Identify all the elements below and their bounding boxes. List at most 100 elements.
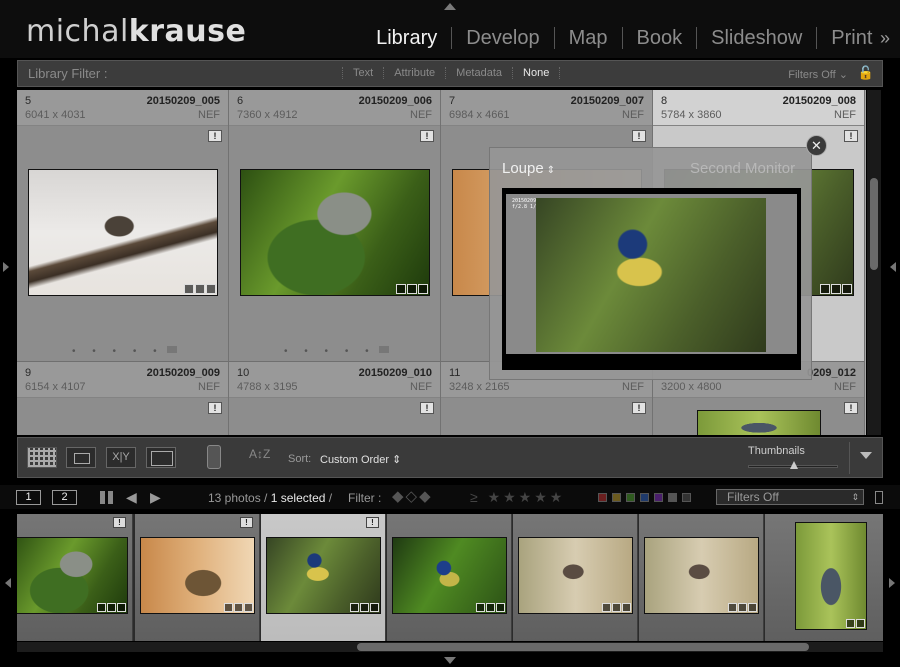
unsaved-metadata-icon[interactable]: ! xyxy=(420,130,434,142)
unsaved-metadata-icon[interactable]: ! xyxy=(208,130,222,142)
grid-cell[interactable]: 5 20150209_005 6041 x 4031 NEF ! • • • •… xyxy=(17,90,229,362)
filmstrip-thumbnail[interactable] xyxy=(644,537,759,614)
main-window-button[interactable]: 1 xyxy=(16,490,41,505)
filmstrip-cell[interactable]: ! xyxy=(17,514,133,641)
bottom-panel-toggle-icon[interactable] xyxy=(444,657,456,664)
keyword-badge-icon[interactable] xyxy=(224,603,233,612)
crop-badge-icon[interactable] xyxy=(612,603,621,612)
grid-cell[interactable]: 6 20150209_006 7360 x 4912 NEF ! • • • •… xyxy=(229,90,441,362)
crop-badge-icon[interactable] xyxy=(360,603,369,612)
crop-badge-icon[interactable] xyxy=(234,603,243,612)
filter-text[interactable]: Text xyxy=(342,67,383,79)
unsaved-metadata-icon[interactable]: ! xyxy=(844,402,858,414)
rating-dots[interactable]: • • • • • xyxy=(72,346,164,357)
lock-icon[interactable]: 🔓 xyxy=(858,65,874,81)
develop-badge-icon[interactable] xyxy=(206,284,216,294)
filmstrip-thumbnail[interactable] xyxy=(795,522,867,630)
more-modules-icon[interactable]: » xyxy=(880,28,890,48)
compare-view-icon[interactable]: X|Y xyxy=(106,447,136,468)
module-book[interactable]: Book xyxy=(623,27,698,49)
color-label-chip[interactable] xyxy=(612,493,621,502)
filmstrip-cell[interactable] xyxy=(513,514,638,641)
monitor-preview[interactable]: 20150209_008.NEFf/2.8 1/500 ISO 800 xyxy=(502,188,801,370)
develop-badge-icon[interactable] xyxy=(496,603,505,612)
color-label-chip[interactable] xyxy=(654,493,663,502)
filter-none[interactable]: None xyxy=(512,67,561,79)
crop-badge-icon[interactable] xyxy=(486,603,495,612)
develop-badge-icon[interactable] xyxy=(748,603,757,612)
filmstrip-scrollbar[interactable] xyxy=(17,642,883,652)
second-window-button[interactable]: 2 xyxy=(52,490,77,505)
filmstrip-thumbnail[interactable] xyxy=(518,537,633,614)
keyword-badge-icon[interactable] xyxy=(350,603,359,612)
develop-badge-icon[interactable] xyxy=(244,603,253,612)
module-library[interactable]: Library xyxy=(362,27,453,49)
painter-spray-icon[interactable] xyxy=(207,445,221,469)
back-arrow-icon[interactable]: ◀ xyxy=(126,489,137,506)
color-label-chip[interactable] xyxy=(682,493,691,502)
develop-badge-icon[interactable] xyxy=(117,603,126,612)
filmstrip-thumbnail[interactable] xyxy=(266,537,381,614)
rating-dots[interactable]: • • • • • xyxy=(284,346,376,357)
color-label-chip[interactable] xyxy=(640,493,649,502)
unsaved-metadata-icon[interactable]: ! xyxy=(632,130,646,142)
filmstrip-filter-select[interactable]: Filters Off ⇕ xyxy=(716,489,864,505)
sort-order-dropdown[interactable]: Custom Order ⇕ xyxy=(320,453,401,466)
filmstrip-scroll-thumb[interactable] xyxy=(357,643,809,651)
crop-badge-icon[interactable] xyxy=(738,603,747,612)
develop-badge-icon[interactable] xyxy=(418,284,428,294)
filmstrip-thumbnail[interactable] xyxy=(392,537,507,614)
filter-attribute[interactable]: Attribute xyxy=(383,67,445,79)
keyword-badge-icon[interactable] xyxy=(602,603,611,612)
sort-direction-icon[interactable]: A↕Z xyxy=(249,447,270,461)
keyword-badge-icon[interactable] xyxy=(846,619,855,628)
develop-badge-icon[interactable] xyxy=(842,284,852,294)
keyword-badge-icon[interactable] xyxy=(97,603,106,612)
develop-badge-icon[interactable] xyxy=(370,603,379,612)
crop-badge-icon[interactable] xyxy=(856,619,865,628)
module-map[interactable]: Map xyxy=(555,27,623,49)
photo-thumbnail-crane[interactable] xyxy=(697,410,821,435)
filmstrip-thumbnail[interactable] xyxy=(17,537,128,614)
filmstrip-right-arrow-icon[interactable] xyxy=(889,578,895,588)
keyword-badge-icon[interactable] xyxy=(396,284,406,294)
top-panel-toggle-icon[interactable] xyxy=(444,3,456,10)
right-panel-toggle-icon[interactable] xyxy=(890,262,896,272)
survey-view-icon[interactable] xyxy=(146,447,176,468)
crop-badge-icon[interactable] xyxy=(407,284,417,294)
grid-view-icon[interactable] xyxy=(27,447,57,468)
unsaved-metadata-icon[interactable]: ! xyxy=(420,402,434,414)
grid-scrollbar[interactable] xyxy=(867,90,881,435)
filmstrip-cell[interactable] xyxy=(765,514,883,641)
flag-filter-icon[interactable]: ◆◇◆ xyxy=(392,487,433,505)
close-icon[interactable]: ✕ xyxy=(806,135,827,156)
photo-thumbnail-wolf[interactable] xyxy=(28,169,218,296)
unsaved-metadata-icon[interactable]: ! xyxy=(366,517,379,528)
module-print[interactable]: Print » xyxy=(817,27,894,49)
keyword-badge-icon[interactable] xyxy=(728,603,737,612)
grid-cell[interactable]: 10 20150209_010 4788 x 3195 NEF ! xyxy=(229,362,441,435)
filmstrip-left-arrow-icon[interactable] xyxy=(5,578,11,588)
filmstrip-cell[interactable] xyxy=(639,514,764,641)
filter-presets-dropdown[interactable]: Filters Off ⌄ xyxy=(788,68,848,81)
grid-cell[interactable]: 9 20150209_009 6154 x 4107 NEF ! xyxy=(17,362,229,435)
develop-badge-icon[interactable] xyxy=(622,603,631,612)
crop-badge-icon[interactable] xyxy=(831,284,841,294)
filmstrip-cell[interactable]: ! xyxy=(135,514,260,641)
grid-icon[interactable] xyxy=(100,491,113,504)
photo-thumbnail-shoebill[interactable] xyxy=(240,169,430,296)
unsaved-metadata-icon[interactable]: ! xyxy=(844,130,858,142)
star-icon[interactable]: ★★★★★ xyxy=(488,489,566,505)
unsaved-metadata-icon[interactable]: ! xyxy=(632,402,646,414)
color-label-chip[interactable] xyxy=(598,493,607,502)
crop-badge-icon[interactable] xyxy=(195,284,205,294)
filmstrip-cell-selected[interactable]: ! xyxy=(261,514,386,641)
color-label-box[interactable] xyxy=(167,346,177,353)
module-develop[interactable]: Develop xyxy=(452,27,555,49)
unsaved-metadata-icon[interactable]: ! xyxy=(113,517,126,528)
keyword-badge-icon[interactable] xyxy=(820,284,830,294)
loupe-view-icon[interactable] xyxy=(66,447,96,468)
color-label-box[interactable] xyxy=(379,346,389,353)
loupe-mode-dropdown[interactable]: Loupe ⇕ xyxy=(502,160,555,177)
filter-metadata[interactable]: Metadata xyxy=(445,67,512,79)
